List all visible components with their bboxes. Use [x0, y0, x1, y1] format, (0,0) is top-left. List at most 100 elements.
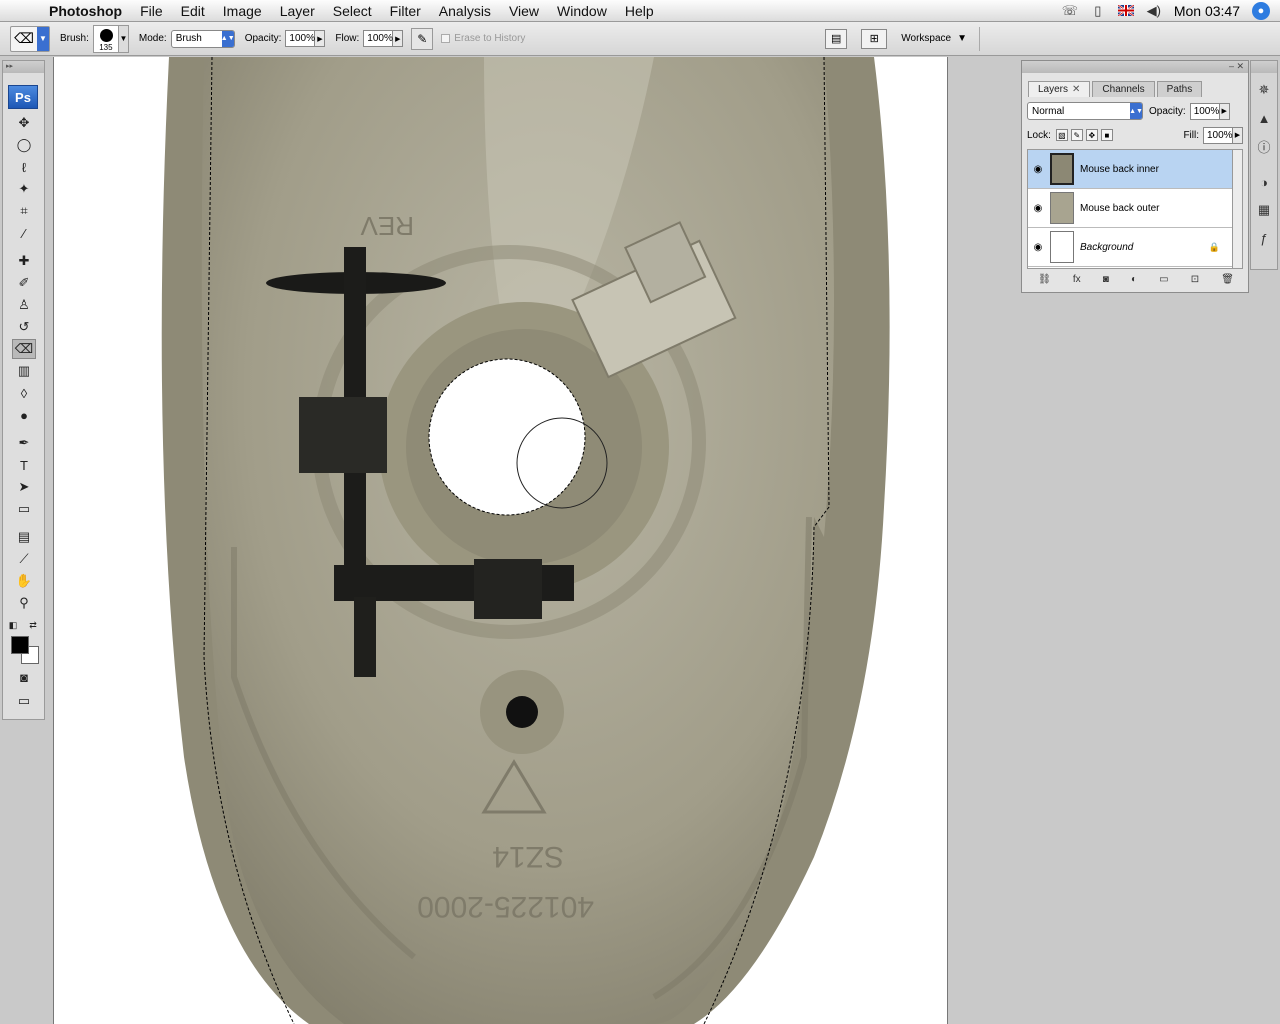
menu-layer[interactable]: Layer: [271, 0, 324, 22]
menu-select[interactable]: Select: [324, 0, 381, 22]
lock-transparent-icon[interactable]: ▧: [1055, 129, 1068, 141]
foreground-color-swatch[interactable]: [11, 636, 29, 654]
layers-scrollbar[interactable]: [1232, 149, 1243, 269]
menu-window[interactable]: Window: [548, 0, 616, 22]
brush-preview[interactable]: 135: [92, 24, 119, 53]
link-layers-icon[interactable]: ⛓: [1038, 274, 1051, 285]
tab-channels[interactable]: Channels: [1092, 81, 1155, 97]
opacity-slider-button[interactable]: ▶: [315, 30, 326, 47]
lock-all-icon[interactable]: ■: [1100, 129, 1113, 141]
volume-icon[interactable]: ◀): [1140, 3, 1168, 19]
layer-style-icon[interactable]: fx: [1073, 274, 1081, 285]
lock-image-icon[interactable]: ✎: [1070, 129, 1083, 141]
visibility-eye-icon[interactable]: ◉: [1028, 242, 1048, 253]
airbrush-toggle[interactable]: ✎: [411, 27, 434, 50]
dodge-tool-icon[interactable]: ●: [12, 405, 36, 425]
crop-tool-icon[interactable]: ⌗: [12, 201, 36, 221]
eyedropper-tool-icon[interactable]: ⁄: [12, 223, 36, 243]
close-icon[interactable]: ✕: [1072, 84, 1080, 95]
menu-file[interactable]: File: [131, 0, 172, 22]
bridge-button[interactable]: ⊞: [861, 28, 888, 49]
layer-row-mouse-back-inner[interactable]: ◉ Mouse back inner: [1028, 150, 1234, 189]
spotlight-icon[interactable]: ●: [1252, 2, 1270, 20]
menu-analysis[interactable]: Analysis: [430, 0, 500, 22]
lock-position-icon[interactable]: ✥: [1085, 129, 1098, 141]
palette-well-button[interactable]: ▤: [825, 28, 848, 49]
lasso-tool-icon[interactable]: ℓ: [12, 157, 36, 177]
navigator-icon[interactable]: ✵: [1253, 79, 1275, 101]
new-layer-icon[interactable]: ⊡: [1191, 274, 1199, 285]
battery-icon[interactable]: ▯: [1084, 3, 1112, 19]
notes-tool-icon[interactable]: ▤: [12, 527, 36, 547]
shape-tool-icon[interactable]: ▭: [12, 499, 36, 519]
type-tool-icon[interactable]: T: [12, 455, 36, 475]
layer-name: Background: [1080, 241, 1134, 253]
color-grid-icon[interactable]: ▦: [1253, 199, 1275, 221]
styles-icon[interactable]: ƒ: [1253, 227, 1275, 249]
erase-to-history-checkbox[interactable]: [441, 34, 451, 43]
menu-extras: ☏ ▯ ◀) Mon 03:47 ●: [1056, 0, 1280, 22]
panel-close-icon[interactable]: – ✕: [1229, 61, 1244, 72]
blur-tool-icon[interactable]: ◊: [12, 383, 36, 403]
tool-preset-picker[interactable]: ⌫ ▼: [10, 25, 50, 52]
menu-app[interactable]: Photoshop: [40, 0, 131, 22]
ps-logo[interactable]: Ps: [8, 85, 38, 109]
brush-picker-button[interactable]: ▼: [118, 24, 129, 53]
magic-wand-tool-icon[interactable]: ✦: [12, 179, 36, 199]
visibility-eye-icon[interactable]: ◉: [1028, 164, 1048, 175]
eraser-tool-icon[interactable]: ⌫: [12, 339, 36, 359]
toolbox-header[interactable]: ▸▸: [3, 61, 44, 73]
history-brush-tool-icon[interactable]: ↺: [12, 317, 36, 337]
mode-select[interactable]: Brush ▲▼: [170, 29, 235, 48]
swatches-icon[interactable]: ◑: [1253, 171, 1275, 193]
layer-thumbnail: [1050, 192, 1074, 224]
phone-icon[interactable]: ☏: [1056, 3, 1084, 19]
layers-panel-header[interactable]: – ✕: [1022, 61, 1248, 73]
tab-paths[interactable]: Paths: [1156, 81, 1203, 97]
menu-clock[interactable]: Mon 03:47: [1168, 3, 1252, 19]
flow-input[interactable]: 100%: [363, 30, 394, 47]
ruler-tool-icon[interactable]: ⟋: [12, 549, 36, 569]
fill-input[interactable]: 100%: [1203, 126, 1233, 144]
menu-filter[interactable]: Filter: [381, 0, 430, 22]
marquee-tool-icon[interactable]: ◯: [12, 135, 36, 155]
histogram-icon[interactable]: ▲: [1253, 107, 1275, 129]
layer-row-background[interactable]: ◉ Background 🔒: [1028, 228, 1234, 267]
document-canvas[interactable]: REV 401225-2000 SZ14: [53, 57, 948, 1024]
layer-opacity-input[interactable]: 100%: [1189, 102, 1220, 120]
info-icon[interactable]: ⓘ: [1253, 135, 1275, 157]
screen-mode-icon[interactable]: ▭: [12, 691, 36, 711]
menu-edit[interactable]: Edit: [172, 0, 214, 22]
flow-slider-button[interactable]: ▶: [393, 30, 404, 47]
move-tool-icon[interactable]: ✥: [12, 113, 36, 133]
fill-slider-button[interactable]: ▶: [1233, 126, 1243, 144]
layer-opacity-slider-button[interactable]: ▶: [1219, 102, 1230, 120]
workspace-menu[interactable]: Workspace ▼: [901, 33, 967, 44]
dock-header[interactable]: [1251, 61, 1277, 73]
blend-mode-select[interactable]: Normal ▲▼: [1027, 102, 1143, 120]
brush-tool-icon[interactable]: ✐: [12, 273, 36, 293]
delete-layer-icon[interactable]: 🗑: [1221, 274, 1234, 285]
menu-view[interactable]: View: [500, 0, 548, 22]
menu-image[interactable]: Image: [214, 0, 271, 22]
clone-stamp-tool-icon[interactable]: ♙: [12, 295, 36, 315]
menu-help[interactable]: Help: [616, 0, 663, 22]
opacity-input[interactable]: 100%: [285, 30, 316, 47]
zoom-tool-icon[interactable]: ⚲: [12, 593, 36, 613]
tab-layers[interactable]: Layers ✕: [1028, 81, 1091, 97]
healing-brush-tool-icon[interactable]: ✚: [12, 251, 36, 271]
new-group-icon[interactable]: ▭: [1159, 274, 1168, 285]
gradient-tool-icon[interactable]: ▥: [12, 361, 36, 381]
molded-text-model: SZ14: [492, 840, 564, 873]
path-selection-tool-icon[interactable]: ➤: [12, 477, 36, 497]
adjustment-layer-icon[interactable]: ◐: [1131, 274, 1137, 285]
layer-row-mouse-back-outer[interactable]: ◉ Mouse back outer: [1028, 189, 1234, 228]
visibility-eye-icon[interactable]: ◉: [1028, 203, 1048, 214]
default-colors-icon[interactable]: ◧: [7, 615, 19, 635]
pen-tool-icon[interactable]: ✒: [12, 433, 36, 453]
hand-tool-icon[interactable]: ✋: [12, 571, 36, 591]
flag-uk-icon[interactable]: [1112, 3, 1140, 19]
swap-colors-icon[interactable]: ⇄: [27, 615, 39, 635]
layer-mask-icon[interactable]: ◙: [1103, 274, 1109, 285]
quick-mask-icon[interactable]: ◙: [12, 667, 36, 687]
